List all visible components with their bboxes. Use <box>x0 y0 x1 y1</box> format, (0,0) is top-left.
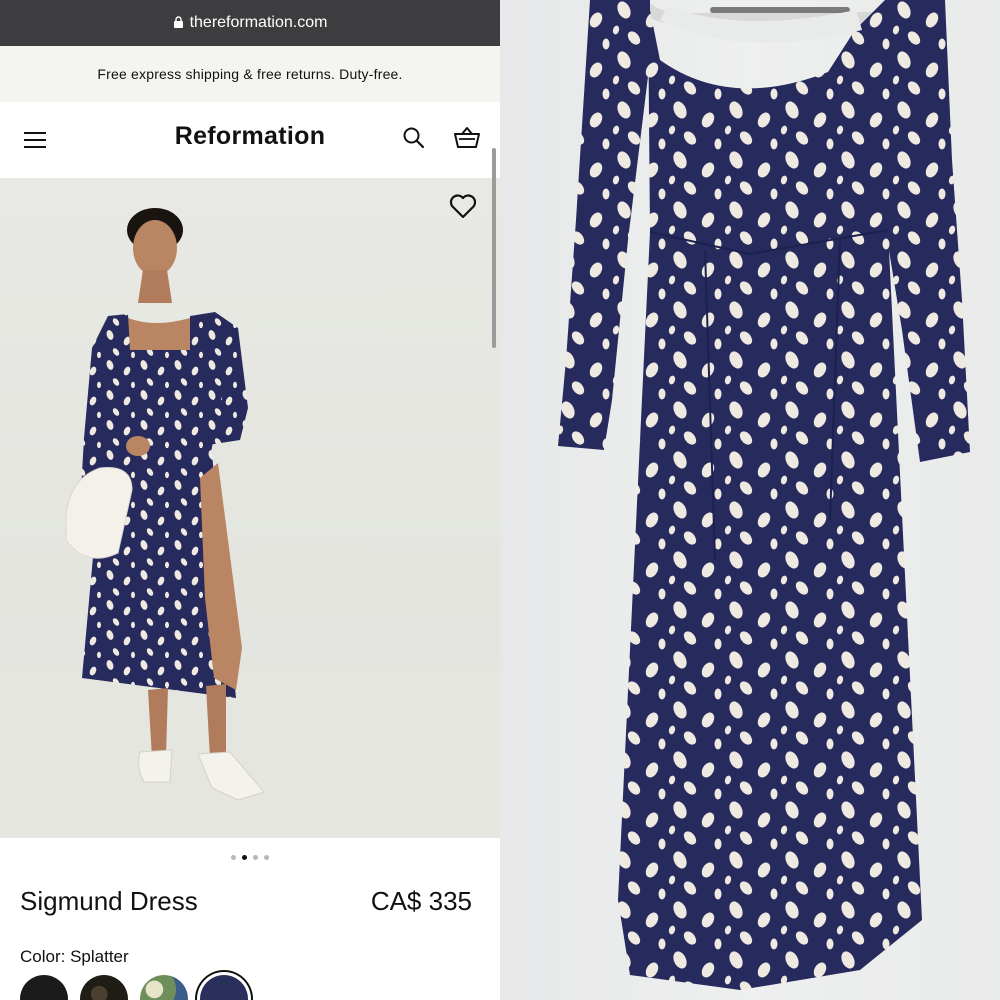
color-label: Color: Splatter <box>20 947 129 966</box>
scrollbar[interactable] <box>492 148 496 348</box>
product-price: CA$ 335 <box>370 886 472 916</box>
gallery-dot-1[interactable] <box>231 855 236 860</box>
basket-icon[interactable] <box>453 126 481 150</box>
product-name: Sigmund Dress <box>20 886 198 916</box>
dress-on-hanger-photo <box>500 0 1000 1000</box>
promo-text: Free express shipping & free returns. Du… <box>97 66 403 82</box>
site-header: Reformation <box>0 102 500 178</box>
gallery-dot-3[interactable] <box>253 855 258 860</box>
dress-illustration <box>558 0 970 990</box>
lock-icon <box>173 16 183 28</box>
product-page-screenshot: thereformation.com Free express shipping… <box>0 0 500 1000</box>
swatch-black-print[interactable] <box>80 975 128 1000</box>
swatch-black[interactable] <box>20 975 68 1000</box>
url-text: thereformation.com <box>189 14 328 31</box>
gallery-dot-4[interactable] <box>264 855 269 860</box>
comparison-collage: thereformation.com Free express shipping… <box>0 0 1000 1000</box>
swatch-green-floral[interactable] <box>140 975 188 1000</box>
model-illustration <box>65 208 265 801</box>
search-icon[interactable] <box>402 126 426 150</box>
browser-address-bar[interactable]: thereformation.com <box>0 0 500 46</box>
swatch-splatter[interactable] <box>200 975 248 1000</box>
promo-banner: Free express shipping & free returns. Du… <box>0 46 500 102</box>
gallery-dot-2[interactable] <box>242 855 247 860</box>
wishlist-heart-icon[interactable] <box>449 193 477 219</box>
hamburger-menu-icon[interactable] <box>24 129 46 151</box>
gallery-pagination <box>0 855 500 865</box>
product-photo[interactable] <box>0 178 500 838</box>
color-swatches <box>20 975 248 1000</box>
